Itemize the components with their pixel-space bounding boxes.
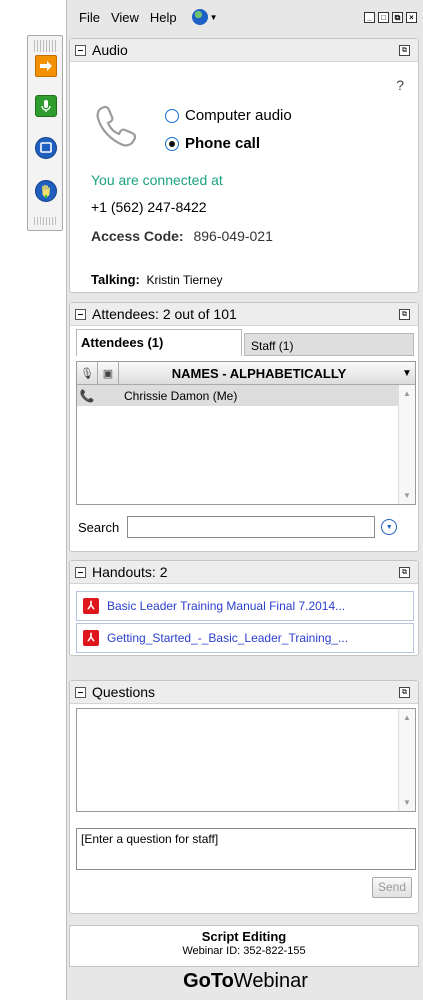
search-dropdown-icon[interactable]: ▼ (381, 519, 398, 535)
computer-audio-label: Computer audio (185, 107, 292, 124)
scroll-up-icon[interactable]: ▲ (399, 389, 415, 398)
handout-label[interactable]: Getting_Started_-_Basic_Leader_Training_… (107, 631, 348, 645)
handout-label[interactable]: Basic Leader Training Manual Final 7.201… (107, 599, 345, 613)
questions-log[interactable]: ▲ ▼ (76, 708, 416, 812)
mic-column-icon[interactable]: 🎙 (77, 362, 98, 384)
computer-audio-option[interactable]: Computer audio (165, 107, 292, 124)
attendee-search: Search ▼ (78, 515, 416, 539)
audio-help-icon[interactable]: ? (396, 77, 404, 93)
names-column-header[interactable]: NAMES - ALPHABETICALLY (119, 366, 399, 381)
table-row[interactable]: 📞 Chrissie Damon (Me) (77, 385, 415, 406)
questions-pane: Questions ⧉ ▲ ▼ [Enter a question for st… (69, 680, 419, 914)
collapse-questions-button[interactable] (75, 686, 86, 698)
access-code-label: Access Code: (91, 228, 184, 244)
webinar-title: Script Editing (201, 929, 287, 944)
pdf-icon: ⅄ (83, 630, 99, 646)
menu-bar: File View Help ▼ _ □ ⧉ × (67, 0, 423, 34)
tab-attendees[interactable]: Attendees (1) (76, 329, 242, 356)
collapse-attendees-button[interactable] (75, 308, 86, 320)
popout-audio-icon[interactable]: ⧉ (399, 44, 410, 56)
talking-name: Kristin Tierney (146, 273, 223, 287)
phone-number: +1 (562) 247-8422 (91, 199, 207, 215)
grab-handle-top[interactable] (34, 40, 56, 52)
control-grab-tab[interactable] (27, 35, 63, 231)
chevron-down-icon[interactable]: ▼ (210, 13, 218, 22)
grab-handle-bottom[interactable] (34, 217, 56, 225)
attendees-title: Attendees: 2 out of 101 (92, 306, 237, 322)
webinar-info: Script Editing Webinar ID: 352-822-155 (69, 925, 419, 967)
attendees-pane: Attendees: 2 out of 101 ⧉ Attendees (1) … (69, 302, 419, 552)
access-code-value: 896-049-021 (193, 228, 273, 244)
attendee-list-header: 🎙 ▣ NAMES - ALPHABETICALLY ▼ (77, 362, 415, 385)
window-controls: _ □ ⧉ × (364, 11, 417, 23)
webinar-id: Webinar ID: 352-822-155 (182, 945, 306, 957)
popout-handouts-icon[interactable]: ⧉ (399, 566, 410, 578)
popout-attendees-icon[interactable]: ⧉ (399, 308, 410, 320)
collapse-audio-button[interactable] (75, 44, 86, 56)
audio-header: Audio ⧉ (70, 39, 418, 62)
search-label: Search (78, 519, 120, 535)
attendee-list: 🎙 ▣ NAMES - ALPHABETICALLY ▼ 📞 Chrissie … (76, 361, 416, 505)
show-hide-arrow-icon[interactable] (35, 55, 57, 77)
phone-call-radio[interactable] (165, 136, 179, 151)
computer-audio-radio[interactable] (165, 108, 179, 123)
send-button[interactable]: Send (372, 877, 412, 898)
talking-indicator: Talking: Kristin Tierney (91, 272, 223, 287)
popout-window-button[interactable]: ⧉ (392, 11, 403, 23)
handouts-title: Handouts: 2 (92, 564, 168, 580)
screen-column-icon[interactable]: ▣ (98, 362, 119, 384)
close-button[interactable]: × (406, 11, 417, 23)
tab-staff[interactable]: Staff (1) (244, 333, 414, 356)
attendees-tabs: Attendees (1) Staff (1) (70, 326, 418, 356)
phone-handset-icon (96, 105, 137, 147)
menu-file[interactable]: File (79, 10, 100, 25)
menu-help[interactable]: Help (150, 10, 177, 25)
attendees-header: Attendees: 2 out of 101 ⧉ (70, 303, 418, 326)
scroll-down-icon[interactable]: ▼ (399, 798, 415, 807)
raise-hand-icon[interactable] (35, 180, 57, 202)
attendee-scrollbar[interactable]: ▲ ▼ (398, 385, 415, 504)
popout-questions-icon[interactable]: ⧉ (399, 686, 410, 698)
menu-view[interactable]: View (111, 10, 139, 25)
gotowebinar-logo: GoToWebinar (67, 970, 423, 993)
collapse-handouts-button[interactable] (75, 566, 86, 578)
scroll-down-icon[interactable]: ▼ (399, 491, 415, 500)
handouts-pane: Handouts: 2 ⧉ ⅄ Basic Leader Training Ma… (69, 560, 419, 656)
question-input[interactable]: [Enter a question for staff] (76, 828, 416, 870)
questions-header: Questions ⧉ (70, 681, 418, 704)
access-code-line: Access Code: 896-049-021 (91, 228, 273, 244)
phone-icon: 📞 (79, 388, 95, 403)
control-panel: File View Help ▼ _ □ ⧉ × Audio ⧉ ? Compu… (66, 0, 423, 1000)
phone-call-option[interactable]: Phone call (165, 135, 260, 152)
scroll-up-icon[interactable]: ▲ (399, 713, 415, 722)
audio-pane: Audio ⧉ ? Computer audio Phone call You … (69, 38, 419, 293)
audio-title: Audio (92, 42, 128, 58)
handout-item[interactable]: ⅄ Basic Leader Training Manual Final 7.2… (76, 591, 414, 621)
connected-status: You are connected at (91, 172, 223, 188)
talking-label: Talking: (91, 272, 140, 287)
brand-rest: Webinar (233, 970, 308, 992)
questions-scrollbar[interactable]: ▲ ▼ (398, 709, 415, 811)
questions-title: Questions (92, 684, 156, 700)
search-input[interactable] (127, 516, 376, 538)
attendee-name: Chrissie Damon (Me) (124, 388, 238, 403)
handouts-header: Handouts: 2 ⧉ (70, 561, 418, 584)
minimize-button[interactable]: _ (364, 11, 375, 23)
restore-button[interactable]: □ (378, 11, 389, 23)
handout-item[interactable]: ⅄ Getting_Started_-_Basic_Leader_Trainin… (76, 623, 414, 653)
brand-bold: GoTo (183, 970, 234, 992)
phone-call-label: Phone call (185, 135, 261, 152)
sort-dropdown-icon[interactable]: ▼ (399, 368, 415, 379)
screen-share-icon[interactable] (35, 137, 57, 159)
microphone-icon[interactable] (35, 95, 57, 117)
pdf-icon: ⅄ (83, 598, 99, 614)
language-globe-icon[interactable] (191, 9, 208, 25)
